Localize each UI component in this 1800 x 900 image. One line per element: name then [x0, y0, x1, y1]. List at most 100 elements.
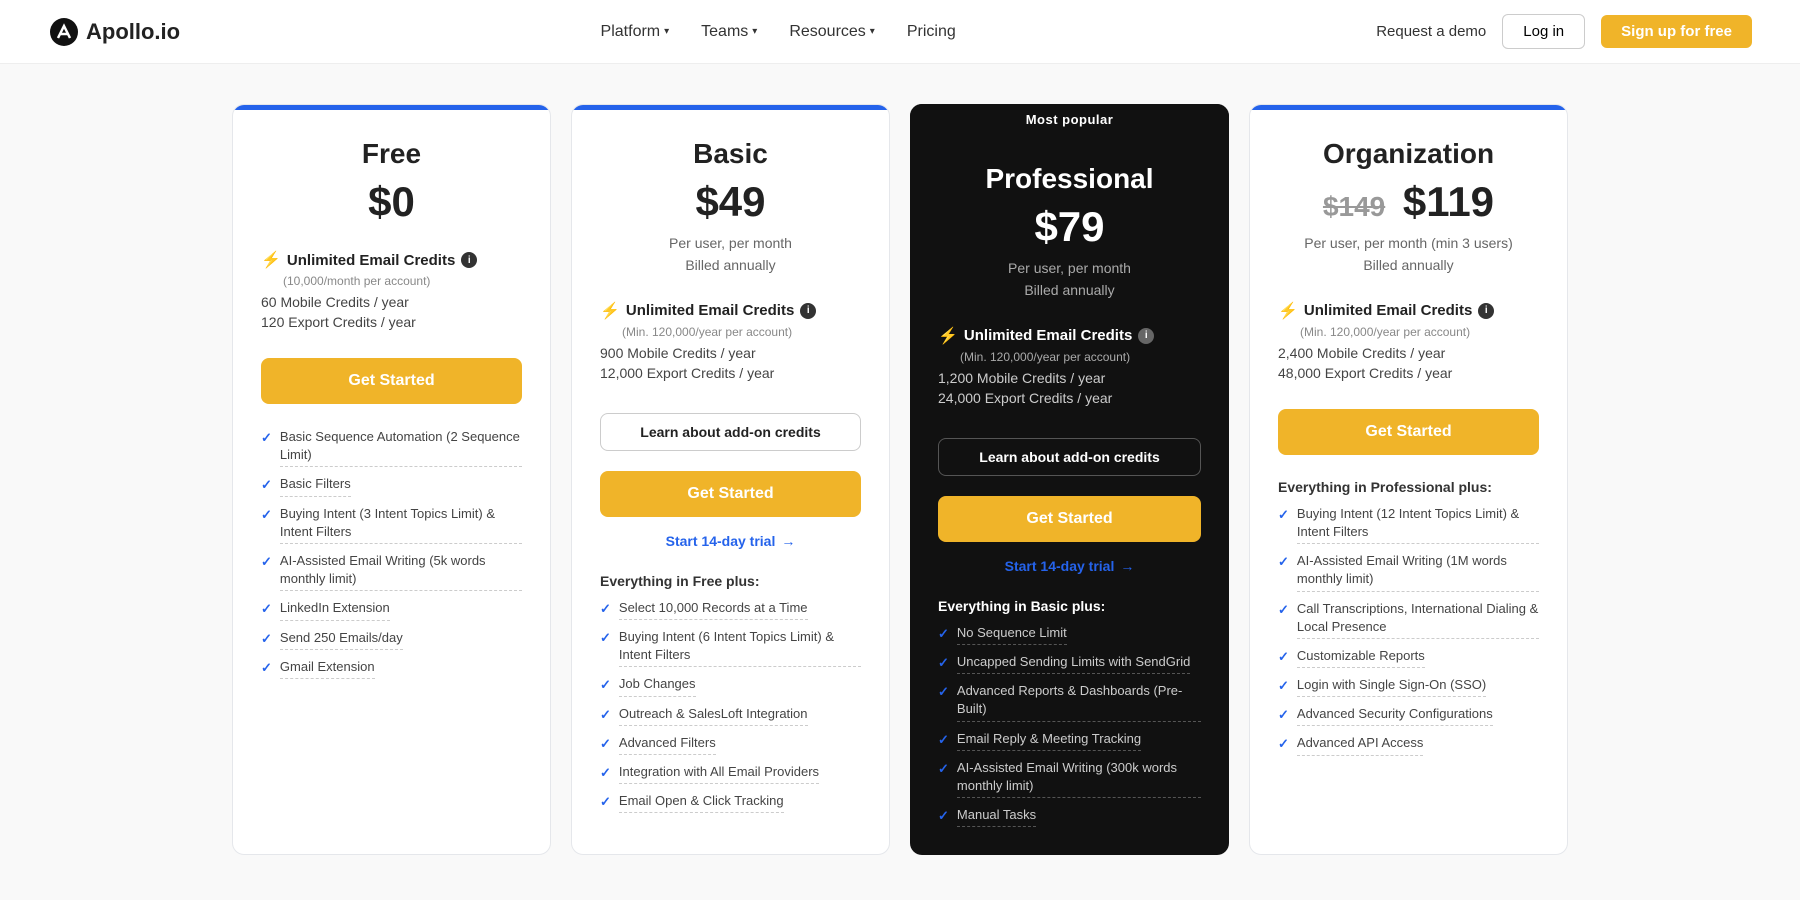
mobile-credits: 60 Mobile Credits / year — [261, 294, 522, 310]
feature-item: ✓ Select 10,000 Records at a Time — [600, 599, 861, 620]
features-section: Everything in Free plus: ✓ Select 10,000… — [600, 573, 861, 822]
card-body: Organization $149 $119 Per user, per mon… — [1250, 110, 1567, 854]
check-icon: ✓ — [1278, 553, 1289, 571]
feature-item: ✓ LinkedIn Extension — [261, 599, 522, 620]
navigation: Apollo.io Platform ▾ Teams ▾ Resources ▾… — [0, 0, 1800, 64]
plan-name: Free — [261, 138, 522, 170]
features-section: Everything in Basic plus: ✓ No Sequence … — [938, 598, 1201, 836]
check-icon: ✓ — [261, 553, 272, 571]
feature-text: Buying Intent (3 Intent Topics Limit) & … — [280, 505, 522, 544]
feature-item: ✓ Gmail Extension — [261, 658, 522, 679]
check-icon: ✓ — [600, 706, 611, 724]
features-header: Everything in Free plus: — [600, 573, 861, 589]
feature-item: ✓ Email Open & Click Tracking — [600, 792, 861, 813]
feature-item: ✓ Advanced API Access — [1278, 734, 1539, 755]
feature-text: Basic Sequence Automation (2 Sequence Li… — [280, 428, 522, 467]
feature-text: No Sequence Limit — [957, 624, 1067, 645]
signup-button[interactable]: Sign up for free — [1601, 15, 1752, 48]
chevron-down-icon: ▾ — [664, 26, 669, 37]
nav-actions: Request a demo Log in Sign up for free — [1376, 14, 1752, 49]
logo[interactable]: Apollo.io — [48, 16, 180, 48]
info-icon[interactable]: i — [1138, 328, 1154, 344]
plan-billing: Per user, per monthBilled annually — [600, 232, 861, 277]
plan-billing: Per user, per monthBilled annually — [938, 257, 1201, 302]
feature-item: ✓ Buying Intent (3 Intent Topics Limit) … — [261, 505, 522, 544]
feature-text: Advanced Filters — [619, 734, 716, 755]
login-button[interactable]: Log in — [1502, 14, 1585, 49]
mobile-credits: 1,200 Mobile Credits / year — [938, 370, 1201, 386]
plan-price-old: $149 — [1323, 191, 1385, 222]
feature-text: Email Reply & Meeting Tracking — [957, 730, 1141, 751]
email-credits-row: ⚡ Unlimited Email Credits i — [600, 301, 861, 321]
learn-credits-button[interactable]: Learn about add-on credits — [938, 438, 1201, 476]
check-icon: ✓ — [1278, 648, 1289, 666]
feature-item: ✓ Call Transcriptions, International Dia… — [1278, 600, 1539, 639]
chevron-down-icon: ▾ — [870, 26, 875, 37]
info-icon[interactable]: i — [461, 252, 477, 268]
nav-pricing[interactable]: Pricing — [907, 23, 956, 41]
card-body: Professional $79 Per user, per monthBill… — [910, 135, 1229, 855]
check-icon: ✓ — [1278, 706, 1289, 724]
features-header: Everything in Basic plus: — [938, 598, 1201, 614]
feature-text: Outreach & SalesLoft Integration — [619, 705, 808, 726]
email-credits-sub: (10,000/month per account) — [261, 274, 522, 288]
trial-link[interactable]: Start 14-day trial → — [938, 558, 1201, 574]
feature-text: Manual Tasks — [957, 806, 1036, 827]
check-icon: ✓ — [1278, 735, 1289, 753]
feature-item: ✓ Email Reply & Meeting Tracking — [938, 730, 1201, 751]
get-started-button[interactable]: Get Started — [261, 358, 522, 404]
arrow-right-icon: → — [781, 533, 795, 549]
info-icon[interactable]: i — [1478, 303, 1494, 319]
feature-item: ✓ Login with Single Sign-On (SSO) — [1278, 676, 1539, 697]
nav-links: Platform ▾ Teams ▾ Resources ▾ Pricing — [601, 23, 956, 41]
feature-text: AI-Assisted Email Writing (5k words mont… — [280, 552, 522, 591]
feature-text: AI-Assisted Email Writing (300k words mo… — [957, 759, 1201, 798]
nav-teams[interactable]: Teams ▾ — [701, 23, 757, 41]
feature-item: ✓ Basic Sequence Automation (2 Sequence … — [261, 428, 522, 467]
email-credits-row: ⚡ Unlimited Email Credits i — [261, 250, 522, 270]
check-icon: ✓ — [261, 506, 272, 524]
plan-card-organization: Organization $149 $119 Per user, per mon… — [1249, 104, 1568, 855]
mobile-credits: 2,400 Mobile Credits / year — [1278, 345, 1539, 361]
plan-name: Basic — [600, 138, 861, 170]
feature-item: ✓ Basic Filters — [261, 475, 522, 496]
card-body: Basic $49 Per user, per monthBilled annu… — [572, 110, 889, 854]
feature-item: ✓ Customizable Reports — [1278, 647, 1539, 668]
credits-section: ⚡ Unlimited Email Credits i (10,000/mont… — [261, 250, 522, 334]
email-credits-sub: (Min. 120,000/year per account) — [938, 350, 1201, 364]
feature-text: Send 250 Emails/day — [280, 629, 403, 650]
feature-text: Login with Single Sign-On (SSO) — [1297, 676, 1486, 697]
plan-price: $49 — [600, 178, 861, 226]
feature-item: ✓ Job Changes — [600, 675, 861, 696]
get-started-button[interactable]: Get Started — [1278, 409, 1539, 455]
get-started-button[interactable]: Get Started — [600, 471, 861, 517]
nav-resources[interactable]: Resources ▾ — [789, 23, 875, 41]
feature-text: Uncapped Sending Limits with SendGrid — [957, 653, 1190, 674]
feature-item: ✓ Advanced Security Configurations — [1278, 705, 1539, 726]
feature-item: ✓ Send 250 Emails/day — [261, 629, 522, 650]
trial-link[interactable]: Start 14-day trial → — [600, 533, 861, 549]
feature-text: Buying Intent (12 Intent Topics Limit) &… — [1297, 505, 1539, 544]
check-icon: ✓ — [1278, 601, 1289, 619]
check-icon: ✓ — [938, 807, 949, 825]
email-credits-row: ⚡ Unlimited Email Credits i — [938, 326, 1201, 346]
get-started-button[interactable]: Get Started — [938, 496, 1201, 542]
email-credits-sub: (Min. 120,000/year per account) — [600, 325, 861, 339]
info-icon[interactable]: i — [800, 303, 816, 319]
request-demo-link[interactable]: Request a demo — [1376, 23, 1486, 40]
check-icon: ✓ — [938, 760, 949, 778]
feature-text: Job Changes — [619, 675, 696, 696]
learn-credits-button[interactable]: Learn about add-on credits — [600, 413, 861, 451]
check-icon: ✓ — [600, 793, 611, 811]
nav-platform[interactable]: Platform ▾ — [601, 23, 670, 41]
bolt-icon: ⚡ — [261, 250, 281, 270]
plan-name: Organization — [1278, 138, 1539, 170]
email-credits-label: Unlimited Email Credits — [626, 302, 794, 319]
feature-text: Advanced API Access — [1297, 734, 1423, 755]
check-icon: ✓ — [600, 764, 611, 782]
feature-item: ✓ Buying Intent (12 Intent Topics Limit)… — [1278, 505, 1539, 544]
email-credits-label: Unlimited Email Credits — [964, 327, 1132, 344]
feature-text: Buying Intent (6 Intent Topics Limit) & … — [619, 628, 861, 667]
plan-billing: Per user, per month (min 3 users)Billed … — [1278, 232, 1539, 277]
bolt-icon: ⚡ — [1278, 301, 1298, 321]
